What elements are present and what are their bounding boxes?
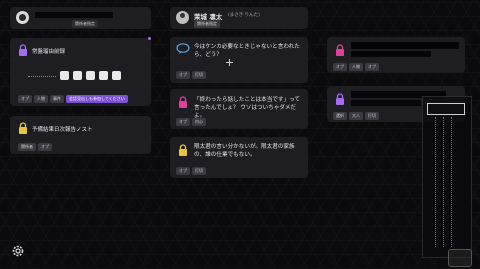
tag: オプ: [38, 143, 52, 151]
gear-icon[interactable]: [11, 244, 25, 258]
minimap-track: [451, 117, 453, 247]
lock-icon: [336, 93, 344, 105]
lock-icon: [179, 96, 187, 108]
lock-icon: [336, 44, 344, 56]
tag: オプ: [333, 63, 347, 71]
minimap-track: [443, 117, 445, 247]
lock-icon: [19, 44, 27, 56]
diamond-icon: [86, 71, 95, 80]
card-title: 常盤瑠由前録: [32, 49, 66, 55]
username-redacted: [35, 12, 113, 18]
avatar: [176, 11, 189, 24]
message-card-2[interactable]: 「終わったら話したことは本当です」って言ったんでしょ？ ウソはついちゃダメだよ。…: [170, 89, 308, 129]
tag: オプ: [365, 63, 379, 71]
tag: 関係者: [18, 143, 36, 151]
text-redacted: [351, 42, 459, 49]
tag: オプ: [176, 118, 190, 126]
message-text: 今はケンカ必要なときじゃないと言われたら、どう？: [194, 44, 300, 58]
tag: 事件: [50, 95, 64, 103]
left-card-1[interactable]: 常盤瑠由前録 オプ 人物 事件 会話見出しも参加してください: [10, 38, 151, 106]
progress-track: [28, 76, 56, 77]
minimap-track: [435, 117, 437, 247]
diamond-icon: [99, 71, 108, 80]
minimap[interactable]: [422, 96, 472, 258]
tag: 打切: [192, 71, 206, 79]
right-card-1[interactable]: オプ 人物 オプ: [327, 37, 465, 73]
diamond-icon: [60, 71, 69, 80]
lock-icon: [179, 144, 187, 156]
minimap-viewport[interactable]: [427, 103, 465, 115]
tag: オプ: [176, 167, 190, 175]
watermark-logo: [448, 249, 472, 267]
header-card[interactable]: 茉城 凛太 (まさき りんた) 関係者指定: [170, 7, 308, 29]
tag: 内心: [192, 118, 206, 126]
message-card-3[interactable]: 限太君の言い分かないが。限太君の家族の、誰の仕業でもない。 オプ 打切: [170, 137, 308, 178]
tag: 人物: [34, 95, 48, 103]
person-icon: [180, 13, 185, 18]
message-text: 限太君の言い分かないが。限太君の家族の、誰の仕業でもない。: [194, 144, 295, 158]
highlight-tag: 会話見出しも参加してください: [66, 95, 128, 103]
text-redacted: [351, 100, 421, 106]
character-ruby: (まさき りんた): [228, 13, 260, 18]
message-card-1[interactable]: 今はケンカ必要なときじゃないと言われたら、どう？ オプ 打切: [170, 37, 308, 83]
avatar: [16, 11, 29, 24]
tag-row: 関係者 オプ: [18, 143, 54, 151]
tag: 人物: [349, 63, 363, 71]
tag-row: オプ 内心: [176, 118, 208, 126]
text-redacted: [351, 51, 431, 57]
tag-row: オプ 人物 事件 会話見出しも参加してください: [18, 95, 130, 103]
profile-badge: 関係者指定: [72, 20, 98, 28]
tag-row: オプ 打切: [176, 71, 208, 79]
message-text: 「終わったら話したことは本当です」って言ったんでしょ？ ウソはついちゃダメだよ。: [194, 97, 301, 119]
diamond-icons: [60, 71, 121, 80]
tag: 打切: [365, 112, 379, 120]
speech-bubble-icon: [176, 43, 190, 54]
diamond-icon: [112, 71, 121, 80]
diamond-icon: [73, 71, 82, 80]
tag: オプ: [18, 95, 32, 103]
avatar-icon: [19, 14, 26, 21]
tag: 打切: [192, 167, 206, 175]
profile-card[interactable]: 関係者指定: [10, 7, 151, 29]
marker-dot: [148, 37, 151, 40]
tag-row: オプ 人物 オプ: [333, 63, 381, 71]
crosshair-icon: [226, 59, 233, 66]
tag: オプ: [176, 71, 190, 79]
lock-icon: [19, 122, 27, 134]
left-card-2[interactable]: 予備結果日次報告ノスト 関係者 オプ: [10, 116, 151, 154]
tag-row: 選択 大人 打切: [333, 112, 381, 120]
tag-row: オプ 打切: [176, 167, 208, 175]
tag: 選択: [333, 112, 347, 120]
header-badge: 関係者指定: [194, 20, 220, 28]
card-title: 予備結果日次報告ノスト: [32, 127, 93, 133]
tag: 大人: [349, 112, 363, 120]
